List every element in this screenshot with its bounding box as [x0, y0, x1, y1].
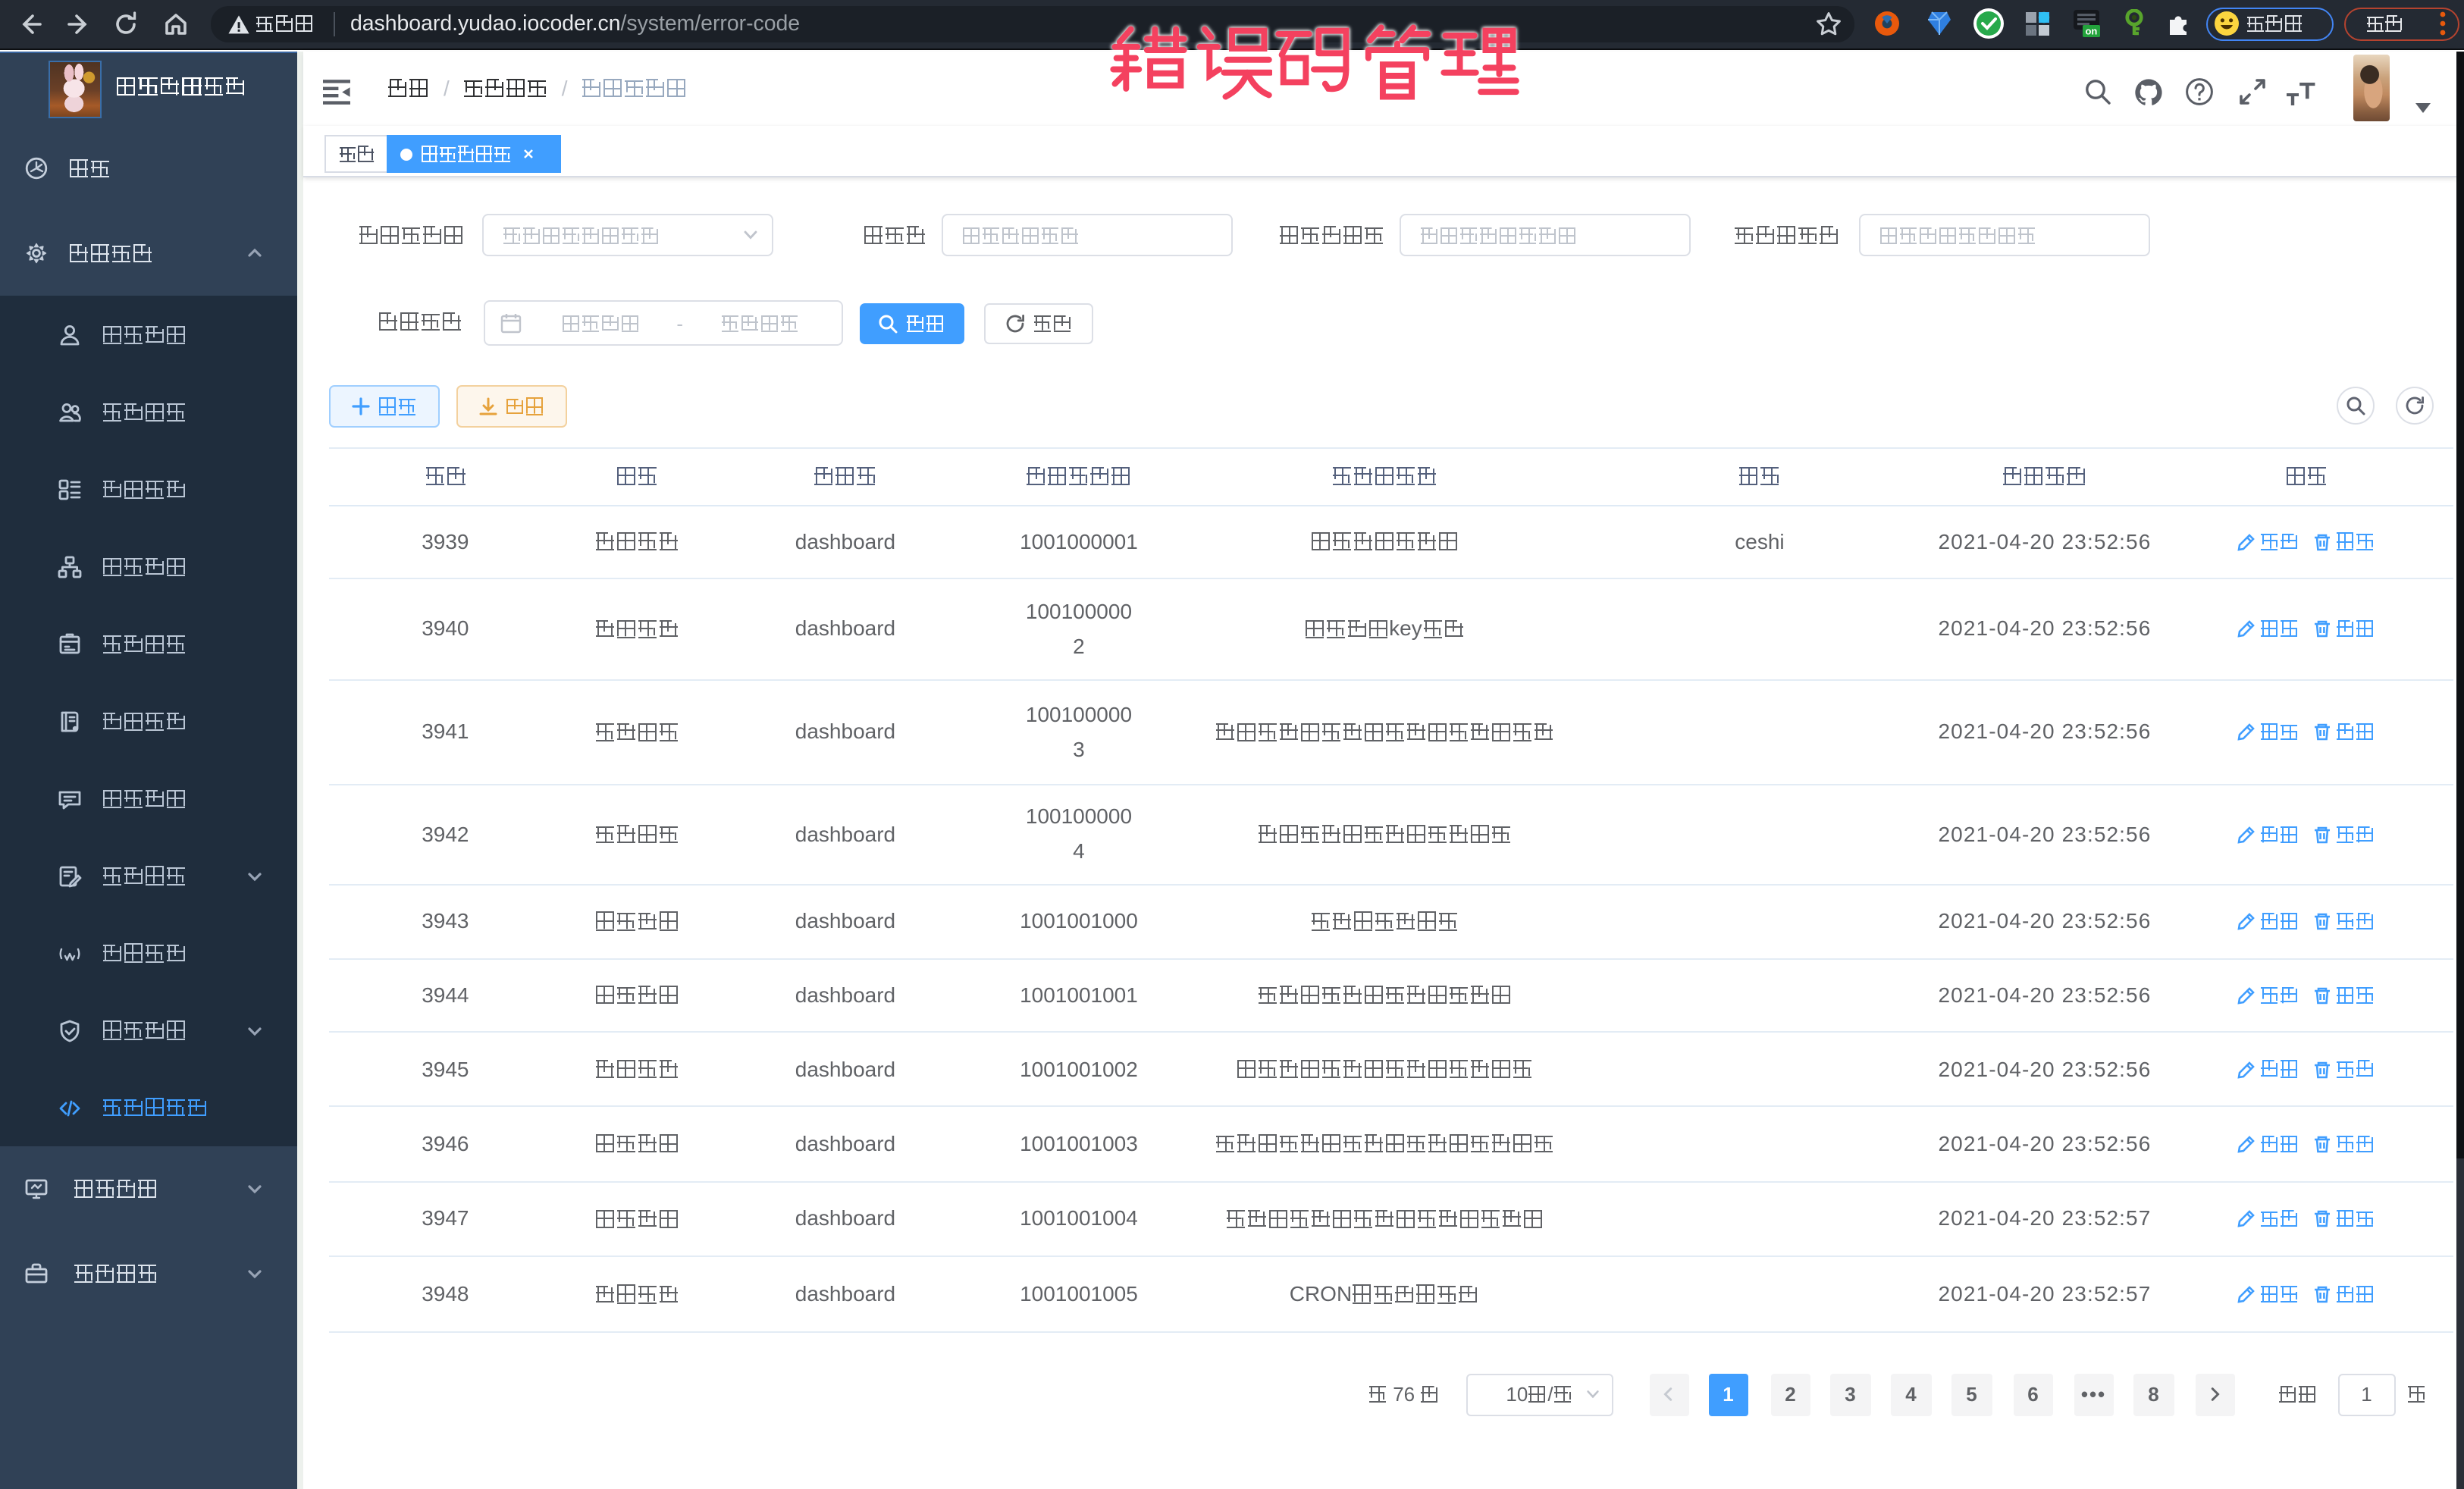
svg-text:on: on — [2085, 26, 2097, 37]
